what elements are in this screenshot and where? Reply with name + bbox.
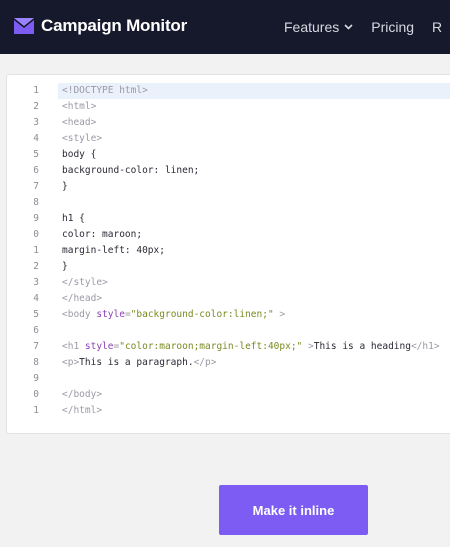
code-line[interactable] <box>58 419 450 433</box>
code-line[interactable]: </body> <box>58 387 450 403</box>
line-number: 8 <box>33 197 39 208</box>
code-line[interactable]: </html> <box>58 403 450 419</box>
line-number: 3 <box>33 117 39 128</box>
code-area[interactable]: <!DOCTYPE html> <html> <head> <style> body {… <box>58 83 450 433</box>
code-line[interactable]: </style> <box>58 275 450 291</box>
line-number: 8 <box>33 357 39 368</box>
code-token: background-color: linen; <box>62 165 200 176</box>
line-number: 0 <box>33 229 39 240</box>
code-token: > <box>302 341 314 352</box>
code-token: style <box>96 309 125 320</box>
code-token: </p> <box>193 357 217 368</box>
code-line[interactable]: <!DOCTYPE html> <box>58 83 450 99</box>
nav-label-truncated: R <box>432 19 443 35</box>
code-line[interactable]: body { <box>58 147 450 163</box>
code-token: <body <box>62 309 97 320</box>
html-code-editor[interactable]: 1 2 3 4 5 6 7 8 9 0 1 2 3 4 5 6 7 8 9 0 1 <!DOCTYPE html> <ht… <box>6 74 450 434</box>
line-number: 7 <box>33 341 39 352</box>
line-number: 5 <box>33 309 39 320</box>
code-line[interactable] <box>58 323 450 339</box>
code-token: color: maroon; <box>62 229 143 240</box>
code-token: <head> <box>62 117 97 128</box>
code-token: </body> <box>62 389 103 400</box>
code-token: h1 { <box>62 213 85 224</box>
code-line[interactable]: <h1 style="color:maroon;margin-left:40px… <box>58 339 450 355</box>
code-line[interactable]: <body style="background-color:linen;" > <box>58 307 450 323</box>
line-number-gutter: 1 2 3 4 5 6 7 8 9 0 1 2 3 4 5 6 7 8 9 0 1 <box>7 83 51 419</box>
code-token: <!DOCTYPE html> <box>62 85 148 96</box>
code-line[interactable] <box>58 371 450 387</box>
code-token: "background-color:linen;" <box>130 309 274 320</box>
line-number: 0 <box>33 389 39 400</box>
code-token: <style> <box>62 133 103 144</box>
code-token: } <box>62 181 68 192</box>
make-it-inline-button[interactable]: Make it inline <box>219 485 368 535</box>
code-line[interactable]: } <box>58 259 450 275</box>
code-token: </head> <box>62 293 103 304</box>
line-number: 1 <box>33 405 39 416</box>
main-nav: Features Pricing R <box>284 0 450 54</box>
line-number: 6 <box>33 165 39 176</box>
nav-label-features: Features <box>284 19 340 35</box>
brand-logo[interactable]: Campaign Monitor <box>14 16 187 36</box>
code-line[interactable]: </head> <box>58 291 450 307</box>
nav-item-truncated[interactable]: R <box>432 19 442 35</box>
envelope-logo-icon <box>14 18 34 34</box>
code-token: This is a paragraph. <box>79 357 194 368</box>
code-line[interactable]: <html> <box>58 99 450 115</box>
code-token: "color:maroon;margin-left:40px;" <box>119 341 303 352</box>
line-number: 9 <box>33 373 39 384</box>
line-number: 1 <box>33 85 39 96</box>
top-navigation-bar: Campaign Monitor Features Pricing R <box>0 0 450 54</box>
code-token: } <box>62 261 68 272</box>
code-line[interactable]: <head> <box>58 115 450 131</box>
code-token: body { <box>62 149 97 160</box>
code-line[interactable]: <p>This is a paragraph.</p> <box>58 355 450 371</box>
code-line[interactable]: } <box>58 179 450 195</box>
line-number: 1 <box>33 245 39 256</box>
code-token: <html> <box>62 101 97 112</box>
line-number: 5 <box>33 149 39 160</box>
brand-name: Campaign Monitor <box>41 16 188 35</box>
code-token: </html> <box>62 405 103 416</box>
line-number: 4 <box>33 133 39 144</box>
code-token: style <box>84 341 114 352</box>
code-line[interactable]: margin-left: 40px; <box>58 243 450 259</box>
line-number: 6 <box>33 325 39 336</box>
code-token: margin-left: 40px; <box>62 245 165 256</box>
code-token: </style> <box>62 277 108 288</box>
nav-item-pricing[interactable]: Pricing <box>371 19 414 35</box>
code-token: </h1> <box>410 341 440 352</box>
code-token: <p> <box>62 357 80 368</box>
nav-item-features[interactable]: Features <box>284 19 353 35</box>
code-line[interactable]: <style> <box>58 131 450 147</box>
code-line[interactable] <box>58 195 450 211</box>
code-line[interactable]: color: maroon; <box>58 227 450 243</box>
line-number: 9 <box>33 213 39 224</box>
line-number: 3 <box>33 277 39 288</box>
line-number: 2 <box>33 101 39 112</box>
code-line[interactable]: background-color: linen; <box>58 163 450 179</box>
code-line[interactable]: h1 { <box>58 211 450 227</box>
line-number: 7 <box>33 181 39 192</box>
nav-label-pricing: Pricing <box>371 19 415 35</box>
line-number: 2 <box>33 261 39 272</box>
code-token: This is a heading <box>313 341 411 352</box>
code-token: <h1 <box>62 341 85 352</box>
code-token: > <box>273 309 286 320</box>
line-number: 4 <box>33 293 39 304</box>
chevron-down-icon <box>344 24 353 30</box>
